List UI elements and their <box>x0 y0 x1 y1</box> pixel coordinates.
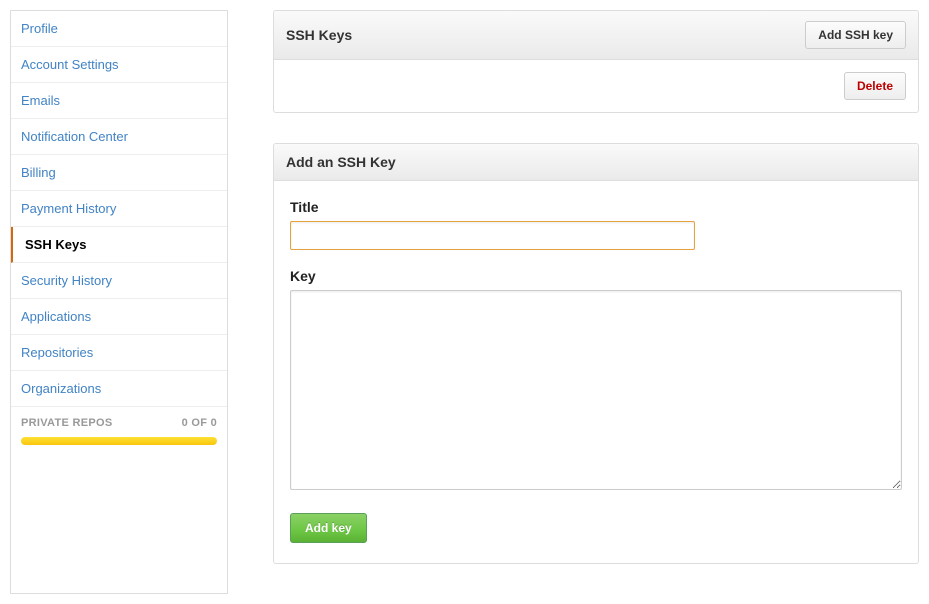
main-content: SSH Keys Add SSH key Delete Add an SSH K… <box>273 10 919 594</box>
title-input[interactable] <box>290 221 695 250</box>
sidebar-item-notification-center[interactable]: Notification Center <box>11 119 227 155</box>
private-repos-bar <box>21 437 217 445</box>
ssh-keys-title: SSH Keys <box>286 27 352 43</box>
key-label: Key <box>290 268 902 284</box>
sidebar-item-organizations[interactable]: Organizations <box>11 371 227 406</box>
add-ssh-key-panel: Add an SSH Key Title Key Add key <box>273 143 919 564</box>
private-repos-section: PRIVATE REPOS 0 OF 0 <box>11 406 227 457</box>
add-ssh-key-form: Title Key Add key <box>274 181 918 563</box>
settings-sidebar: Profile Account Settings Emails Notifica… <box>10 10 228 594</box>
delete-button[interactable]: Delete <box>844 72 906 100</box>
add-ssh-key-button[interactable]: Add SSH key <box>805 21 906 49</box>
sidebar-item-payment-history[interactable]: Payment History <box>11 191 227 227</box>
sidebar-item-billing[interactable]: Billing <box>11 155 227 191</box>
ssh-keys-panel-header: SSH Keys Add SSH key <box>274 11 918 60</box>
sidebar-item-repositories[interactable]: Repositories <box>11 335 227 371</box>
sidebar-item-ssh-keys[interactable]: SSH Keys <box>11 227 227 263</box>
add-ssh-key-title: Add an SSH Key <box>286 154 396 170</box>
private-repos-label: PRIVATE REPOS <box>21 417 113 429</box>
sidebar-item-security-history[interactable]: Security History <box>11 263 227 299</box>
sidebar-item-applications[interactable]: Applications <box>11 299 227 335</box>
sidebar-item-profile[interactable]: Profile <box>11 11 227 47</box>
sidebar-item-account-settings[interactable]: Account Settings <box>11 47 227 83</box>
title-label: Title <box>290 199 902 215</box>
ssh-keys-panel: SSH Keys Add SSH key Delete <box>273 10 919 113</box>
ssh-keys-list: Delete <box>274 60 918 112</box>
key-textarea[interactable] <box>290 290 902 490</box>
add-key-submit-button[interactable]: Add key <box>290 513 367 543</box>
add-ssh-key-panel-header: Add an SSH Key <box>274 144 918 181</box>
private-repos-count: 0 OF 0 <box>182 417 217 429</box>
sidebar-item-emails[interactable]: Emails <box>11 83 227 119</box>
